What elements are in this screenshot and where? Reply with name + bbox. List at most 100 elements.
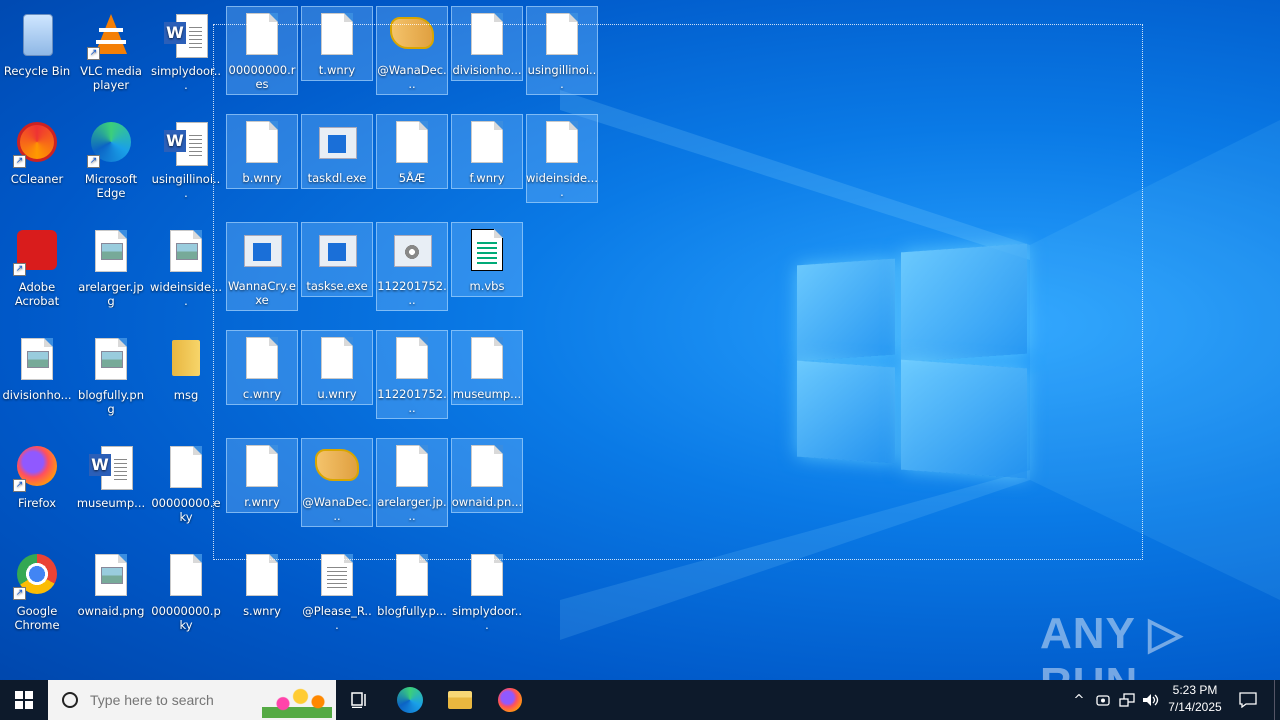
desktop-icon-b-wnry[interactable]: b.wnry <box>226 114 298 189</box>
firefox-icon: ↗ <box>13 444 61 492</box>
desktop-icon-wideinside[interactable]: wideinside.... <box>150 224 222 328</box>
search-input[interactable] <box>88 691 272 709</box>
desktop-icon-msg[interactable]: msg <box>150 332 222 436</box>
taskbar-edge-button[interactable] <box>386 680 434 720</box>
desktop-icon-taskse-exe[interactable]: taskse.exe <box>301 222 373 297</box>
desktop-icon-00000000-pky[interactable]: 00000000.pky <box>150 548 222 652</box>
desktop-icon-wideinside[interactable]: wideinside.... <box>526 114 598 203</box>
desktop-icon-firefox[interactable]: ↗ Firefox <box>1 440 73 544</box>
desktop-icon-divisionho[interactable]: divisionho... <box>451 6 523 81</box>
taskbar-file-explorer-button[interactable] <box>436 680 484 720</box>
desktop-icon-label: 5ÅÆ <box>398 171 426 185</box>
image-icon <box>162 228 210 276</box>
desktop-icon-f-wnry[interactable]: f.wnry <box>451 114 523 189</box>
desktop-icon-usingillinoi[interactable]: usingillinoi... <box>526 6 598 95</box>
blank-icon <box>238 552 286 600</box>
vlc-icon: ↗ <box>87 12 135 60</box>
desktop-icon-adobe-acrobat[interactable]: ↗ Adobe Acrobat <box>1 224 73 328</box>
image-icon <box>87 336 135 384</box>
desktop-icon-5[interactable]: 5ÅÆ <box>376 114 448 189</box>
taskbar: ^ 5:23 PM 7/14/2025 <box>0 680 1280 720</box>
taskbar-firefox-button[interactable] <box>486 680 534 720</box>
blank-icon <box>162 444 210 492</box>
desktop-icon-t-wnry[interactable]: t.wnry <box>301 6 373 81</box>
acrobat-icon: ↗ <box>13 228 61 276</box>
desktop-icon-00000000-res[interactable]: 00000000.res <box>226 6 298 95</box>
desktop-icon-label: Adobe Acrobat <box>14 280 60 308</box>
volume-icon[interactable] <box>1140 680 1162 720</box>
word-icon: W <box>162 12 210 60</box>
desktop-icon-arelarger-jpg[interactable]: arelarger.jpg <box>75 224 147 328</box>
desktop-icon-wanadec[interactable]: @WanaDec... <box>301 438 373 527</box>
desktop-icon-wannacry-exe[interactable]: WannaCry.exe <box>226 222 298 311</box>
desktop-icon-label: c.wnry <box>242 387 282 401</box>
desktop-icon-wanadec[interactable]: @WanaDec... <box>376 6 448 95</box>
desktop-icon-label: @Please_R... <box>302 604 372 632</box>
desktop-icon-label: blogfully.p... <box>377 604 447 618</box>
desktop-icon-112201752[interactable]: 112201752... <box>376 330 448 419</box>
desktop-icon-label: taskdl.exe <box>307 171 367 185</box>
desktop-icon-museump[interactable]: Wmuseump... <box>75 440 147 544</box>
desktop-icon-label: divisionho... <box>452 63 522 77</box>
desktop-icon-blogfully-p[interactable]: blogfully.p... <box>376 548 448 652</box>
action-center-button[interactable] <box>1234 680 1262 720</box>
desktop-icon-00000000-eky[interactable]: 00000000.eky <box>150 440 222 544</box>
text-icon <box>313 552 361 600</box>
start-button[interactable] <box>0 680 48 720</box>
blank-icon <box>463 552 511 600</box>
desktop-icon-label: arelarger.jpg <box>78 280 144 308</box>
blank-icon <box>238 119 286 167</box>
desktop-icon-ownaid-pn[interactable]: ownaid.pn... <box>451 438 523 513</box>
edge-icon: ↗ <box>87 120 135 168</box>
desktop-icon-vlc-media-player[interactable]: ↗ VLC media player <box>75 8 147 112</box>
show-hidden-icons-button[interactable]: ^ <box>1068 680 1090 720</box>
blank-icon <box>238 443 286 491</box>
blank-icon <box>538 11 586 59</box>
desktop-icon-c-wnry[interactable]: c.wnry <box>226 330 298 405</box>
desktop-icon-label: 00000000.pky <box>151 604 221 632</box>
desktop-icon-u-wnry[interactable]: u.wnry <box>301 330 373 405</box>
desktop-icon-m-vbs[interactable]: m.vbs <box>451 222 523 297</box>
network-icon[interactable] <box>1116 680 1138 720</box>
search-highlight-image <box>262 682 332 718</box>
desktop-icon-simplydoor[interactable]: simplydoor... <box>451 548 523 652</box>
desktop-icon-r-wnry[interactable]: r.wnry <box>226 438 298 513</box>
desktop-icon-recycle-bin[interactable]: Recycle Bin <box>1 8 73 112</box>
exe-icon <box>238 227 286 275</box>
blank-icon <box>388 443 436 491</box>
desktop-icon-blogfully-png[interactable]: blogfully.png <box>75 332 147 436</box>
desktop-icon-please-r[interactable]: @Please_R... <box>301 548 373 652</box>
show-desktop-divider[interactable] <box>1274 680 1275 720</box>
desktop-icon-label: @WanaDec... <box>302 495 372 523</box>
desktop-icon-simplydoor[interactable]: Wsimplydoor... <box>150 8 222 112</box>
desktop-icon-label: 112201752... <box>377 387 447 415</box>
desktop-icon-s-wnry[interactable]: s.wnry <box>226 548 298 652</box>
desktop-icon-label: 112201752... <box>377 279 447 307</box>
desktop[interactable]: Recycle Bin ↗ VLC media player Wsimplydoor.… <box>0 0 1280 680</box>
task-view-button[interactable] <box>336 680 384 720</box>
chrome-icon: ↗ <box>13 552 61 600</box>
desktop-icon-divisionho[interactable]: divisionho... <box>1 332 73 436</box>
tray-defender-icon[interactable] <box>1093 680 1113 720</box>
desktop-icon-ownaid-png[interactable]: ownaid.png <box>75 548 147 652</box>
chevron-up-icon: ^ <box>1073 692 1085 708</box>
desktop-icon-taskdl-exe[interactable]: taskdl.exe <box>301 114 373 189</box>
desktop-icon-usingillinoi[interactable]: Wusingillinoi... <box>150 116 222 220</box>
desktop-icon-label: b.wnry <box>242 171 282 185</box>
anyrun-watermark: ANY ▷ RUN <box>1040 609 1184 680</box>
desktop-icon-label: ownaid.pn... <box>451 495 523 509</box>
desktop-icon-microsoft-edge[interactable]: ↗ Microsoft Edge <box>75 116 147 220</box>
desktop-icon-label: wideinside.... <box>526 171 598 199</box>
desktop-icon-museump[interactable]: museump... <box>451 330 523 405</box>
desktop-icon-112201752[interactable]: 112201752... <box>376 222 448 311</box>
desktop-icon-label: s.wnry <box>243 604 281 618</box>
blank-icon <box>463 119 511 167</box>
search-box[interactable] <box>48 680 336 720</box>
windows-logo-icon <box>15 691 33 709</box>
desktop-icon-ccleaner[interactable]: ↗ CCleaner <box>1 116 73 220</box>
search-icon <box>62 692 78 708</box>
word-icon: W <box>162 120 210 168</box>
desktop-icon-google-chrome[interactable]: ↗ Google Chrome <box>1 548 73 652</box>
desktop-icon-arelarger-jp[interactable]: arelarger.jp... <box>376 438 448 527</box>
taskbar-clock[interactable]: 5:23 PM 7/14/2025 <box>1160 682 1230 716</box>
